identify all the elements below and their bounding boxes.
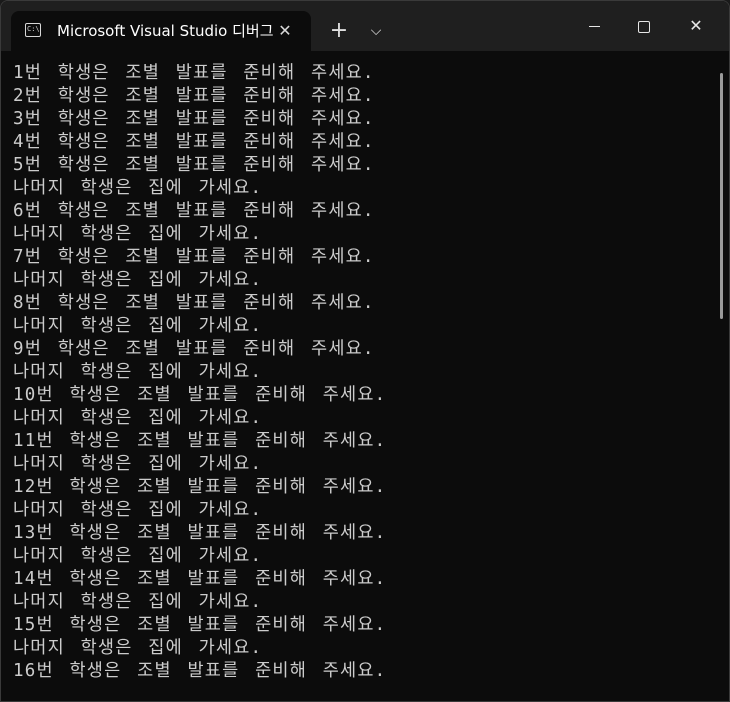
maximize-icon	[638, 20, 650, 33]
console-line: 4번 학생은 조별 발표를 준비해 주세요.	[13, 132, 375, 152]
console-line: 나머지 학생은 집에 가세요.	[13, 408, 263, 428]
console-line: 10번 학생은 조별 발표를 준비해 주세요.	[13, 385, 387, 405]
tab-debug-console[interactable]: C:\ Microsoft Visual Studio 디버그 ✕	[11, 11, 311, 51]
close-tab-button[interactable]: ✕	[273, 19, 297, 43]
console-line: 5번 학생은 조별 발표를 준비해 주세요.	[13, 155, 375, 175]
console-line: 3번 학생은 조별 발표를 준비해 주세요.	[13, 109, 375, 129]
console-line: 15번 학생은 조별 발표를 준비해 주세요.	[13, 615, 387, 635]
title-bar[interactable]: C:\ Microsoft Visual Studio 디버그 ✕ + ⌵ ✕	[1, 1, 729, 51]
console-line: 6번 학생은 조별 발표를 준비해 주세요.	[13, 201, 375, 221]
new-tab-button[interactable]: +	[323, 15, 355, 47]
console-line: 나머지 학생은 집에 가세요.	[13, 500, 263, 520]
console-line: 8번 학생은 조별 발표를 준비해 주세요.	[13, 293, 375, 313]
console-line: 1번 학생은 조별 발표를 준비해 주세요.	[13, 63, 375, 83]
terminal-window: C:\ Microsoft Visual Studio 디버그 ✕ + ⌵ ✕ …	[0, 0, 730, 702]
chevron-down-icon[interactable]: ⌵	[361, 15, 391, 47]
console-line: 나머지 학생은 집에 가세요.	[13, 454, 263, 474]
minimize-button[interactable]	[571, 9, 617, 43]
console-line: 나머지 학생은 집에 가세요.	[13, 224, 263, 244]
console-line: 나머지 학생은 집에 가세요.	[13, 178, 263, 198]
console-line: 나머지 학생은 집에 가세요.	[13, 362, 263, 382]
console-line: 나머지 학생은 집에 가세요.	[13, 638, 263, 658]
console-line: 12번 학생은 조별 발표를 준비해 주세요.	[13, 477, 387, 497]
console-line: 나머지 학생은 집에 가세요.	[13, 592, 263, 612]
console-line: 14번 학생은 조별 발표를 준비해 주세요.	[13, 569, 387, 589]
console-line: 나머지 학생은 집에 가세요.	[13, 316, 263, 336]
console-line: 9번 학생은 조별 발표를 준비해 주세요.	[13, 339, 375, 359]
minimize-icon	[588, 26, 600, 27]
console-line: 나머지 학생은 집에 가세요.	[13, 546, 263, 566]
maximize-button[interactable]	[621, 9, 667, 43]
tab-title: Microsoft Visual Studio 디버그	[57, 22, 274, 40]
console-line: 16번 학생은 조별 발표를 준비해 주세요.	[13, 661, 387, 681]
console-line: 11번 학생은 조별 발표를 준비해 주세요.	[13, 431, 387, 451]
close-window-button[interactable]: ✕	[673, 9, 719, 43]
console-icon-text: C:\	[27, 25, 40, 33]
console-line: 2번 학생은 조별 발표를 준비해 주세요.	[13, 86, 375, 106]
scrollbar[interactable]	[720, 73, 723, 319]
console-output[interactable]: 1번 학생은 조별 발표를 준비해 주세요. 2번 학생은 조별 발표를 준비해 …	[13, 62, 713, 692]
console-line: 7번 학생은 조별 발표를 준비해 주세요.	[13, 247, 375, 267]
console-icon: C:\	[25, 23, 41, 37]
console-line: 나머지 학생은 집에 가세요.	[13, 270, 263, 290]
console-line: 13번 학생은 조별 발표를 준비해 주세요.	[13, 523, 387, 543]
